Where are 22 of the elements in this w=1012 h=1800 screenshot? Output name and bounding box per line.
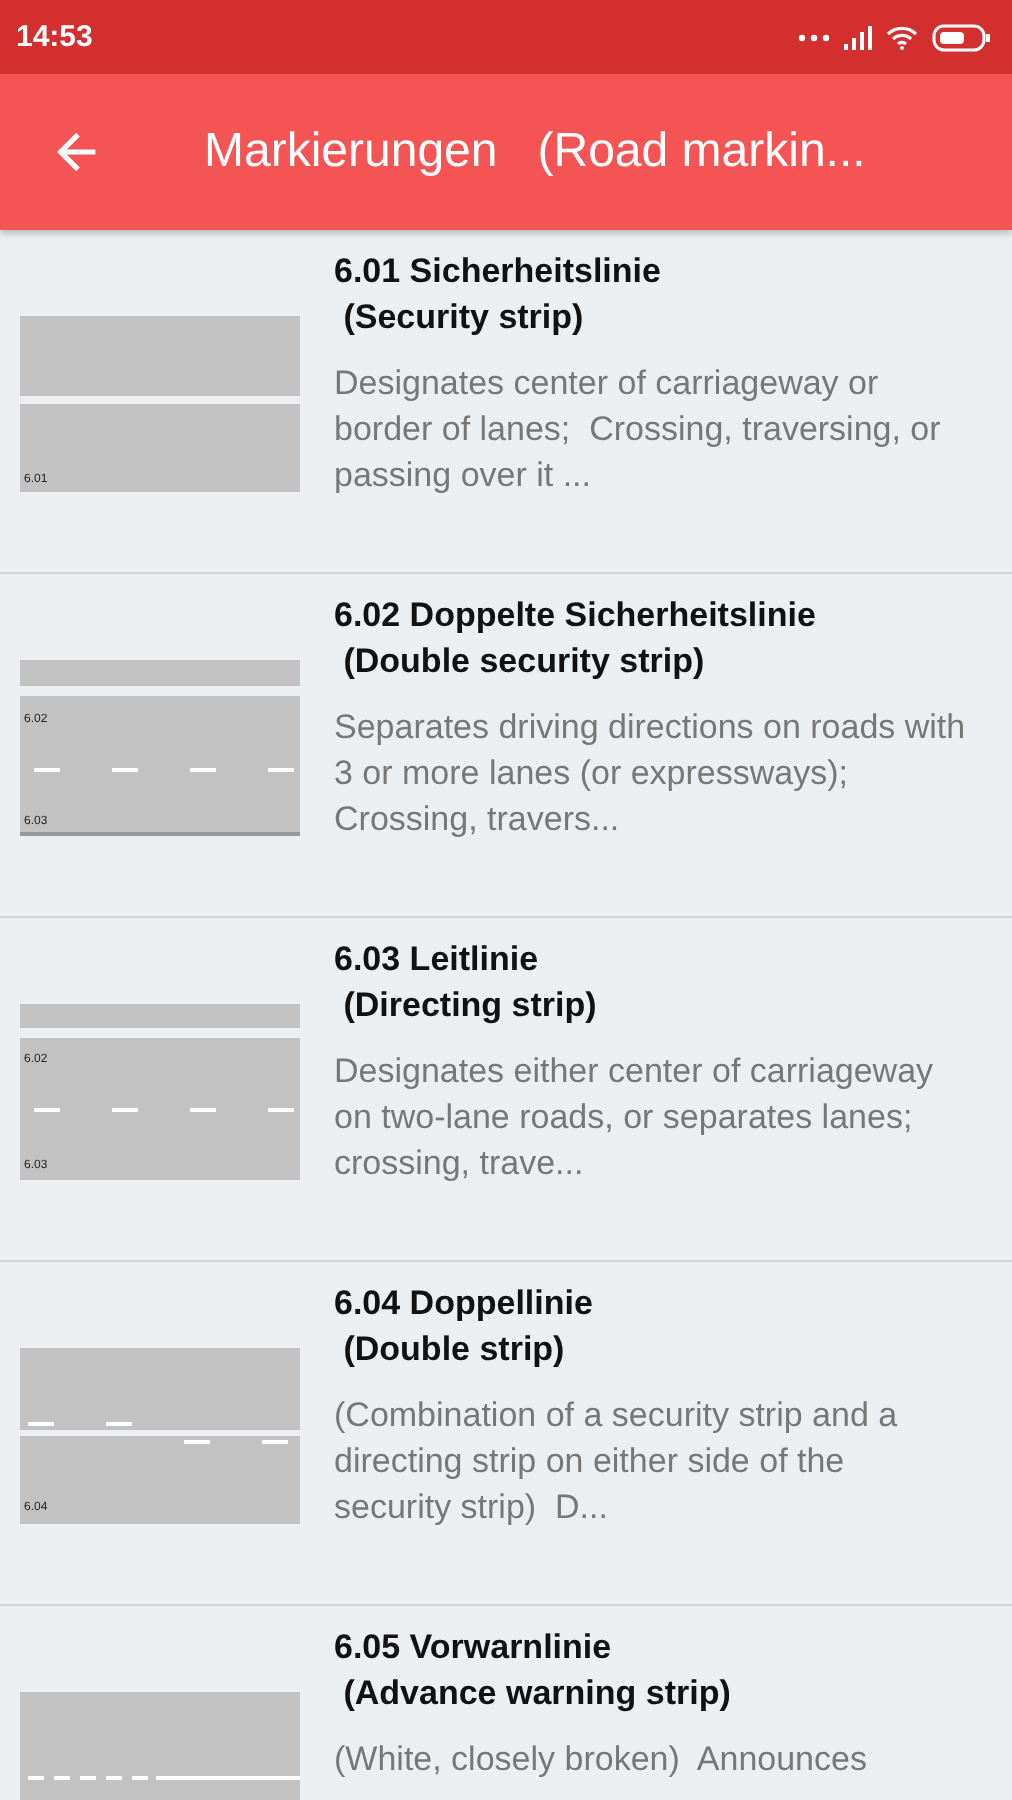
- item-title: 6.01 Sicherheitslinie: [334, 250, 663, 294]
- item-subtitle: (Security strip): [341, 296, 586, 340]
- battery-icon: [932, 23, 992, 51]
- screen-title: Markierungen (Road markin...: [204, 124, 866, 180]
- item-subtitle: (Double security strip): [341, 640, 707, 684]
- signal-icon: [844, 25, 872, 49]
- item-subtitle: (Advance warning strip): [341, 1672, 733, 1716]
- item-subtitle: (Double strip): [341, 1328, 567, 1372]
- item-description: Designates either center of carriageway on two-lane roads, or separates lanes; crossing, trave...: [334, 1050, 936, 1186]
- status-time: 14:53: [16, 20, 93, 54]
- item-title: 6.04 Doppellinie: [334, 1282, 595, 1326]
- item-title: 6.03 Leitlinie: [334, 938, 541, 982]
- item-description: (Combination of a security strip and a directing strip on either side of the security strip) D...: [334, 1394, 900, 1530]
- item-description: Separates driving directions on roads with 3 or more lanes (or expressways); Crossing, travers...: [334, 706, 966, 842]
- item-title: 6.02 Doppelte Sicherheitslinie: [334, 594, 818, 638]
- item-title: 6.05 Vorwarnlinie: [334, 1626, 614, 1670]
- item-subtitle: (Directing strip): [341, 984, 599, 1028]
- wifi-icon: [886, 25, 918, 49]
- item-description: (White, closely broken) Announces: [334, 1738, 869, 1782]
- item-description: Designates center of carriageway or border of lanes; Crossing, traversing, or passing over it ...: [334, 362, 943, 498]
- more-dots-icon: [798, 33, 830, 41]
- list-item[interactable]: 6.05 Vorwarnlinie (Advance warning strip) (White, closely broken) Announces: [0, 1606, 1012, 1800]
